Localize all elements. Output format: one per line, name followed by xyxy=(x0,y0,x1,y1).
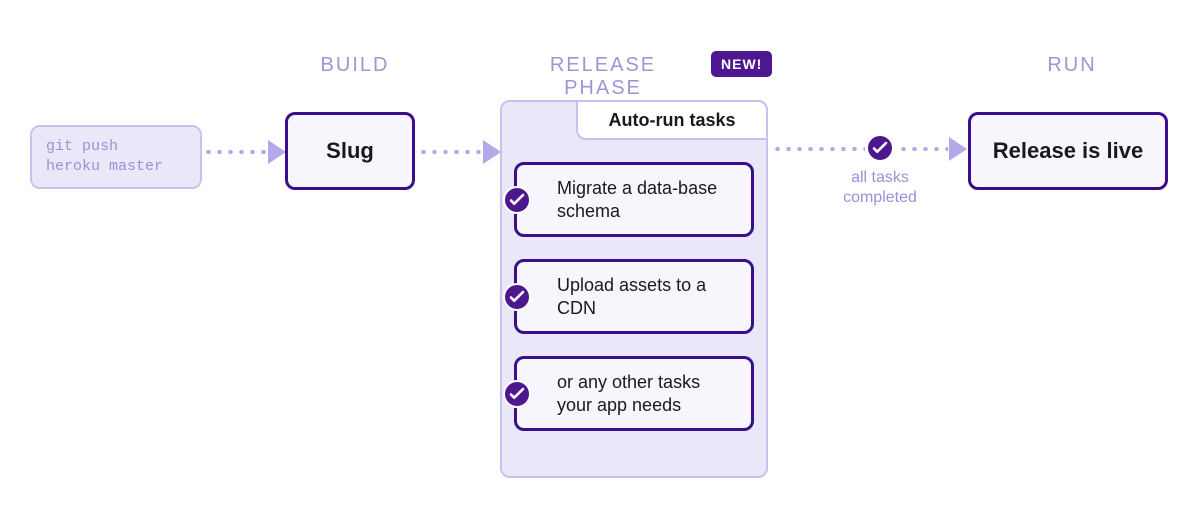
git-command-box: git push heroku master xyxy=(30,125,202,189)
check-icon xyxy=(866,134,894,162)
run-label: RUN xyxy=(997,54,1147,77)
all-tasks-completed: all tasks completed xyxy=(810,134,950,208)
task-text: Upload assets to a CDN xyxy=(557,275,706,318)
task-list: Migrate a data-base schema Upload assets… xyxy=(514,162,754,431)
run-label-text: Release is live xyxy=(993,138,1143,164)
auto-run-tab-label: Auto-run tasks xyxy=(608,110,735,131)
task-item: or any other tasks your app needs xyxy=(514,356,754,431)
git-command-line2: heroku master xyxy=(46,157,186,177)
release-label: RELEASE PHASE xyxy=(513,54,693,100)
pipeline-diagram: BUILD RELEASE PHASE NEW! RUN git push he… xyxy=(0,0,1200,512)
task-text: Migrate a data-base schema xyxy=(557,178,717,221)
slug-box: Slug xyxy=(285,112,415,190)
run-box: Release is live xyxy=(968,112,1168,190)
completed-label: all tasks completed xyxy=(843,168,917,208)
release-phase-panel: Auto-run tasks Migrate a data-base schem… xyxy=(500,100,768,478)
check-icon xyxy=(503,186,531,214)
build-label: BUILD xyxy=(280,54,430,77)
auto-run-tab: Auto-run tasks xyxy=(576,100,768,140)
check-icon xyxy=(503,380,531,408)
task-item: Migrate a data-base schema xyxy=(514,162,754,237)
new-badge: NEW! xyxy=(711,51,772,77)
task-text: or any other tasks your app needs xyxy=(557,372,700,415)
check-icon xyxy=(503,283,531,311)
slug-label: Slug xyxy=(326,138,374,164)
task-item: Upload assets to a CDN xyxy=(514,259,754,334)
git-command-line1: git push xyxy=(46,137,186,157)
